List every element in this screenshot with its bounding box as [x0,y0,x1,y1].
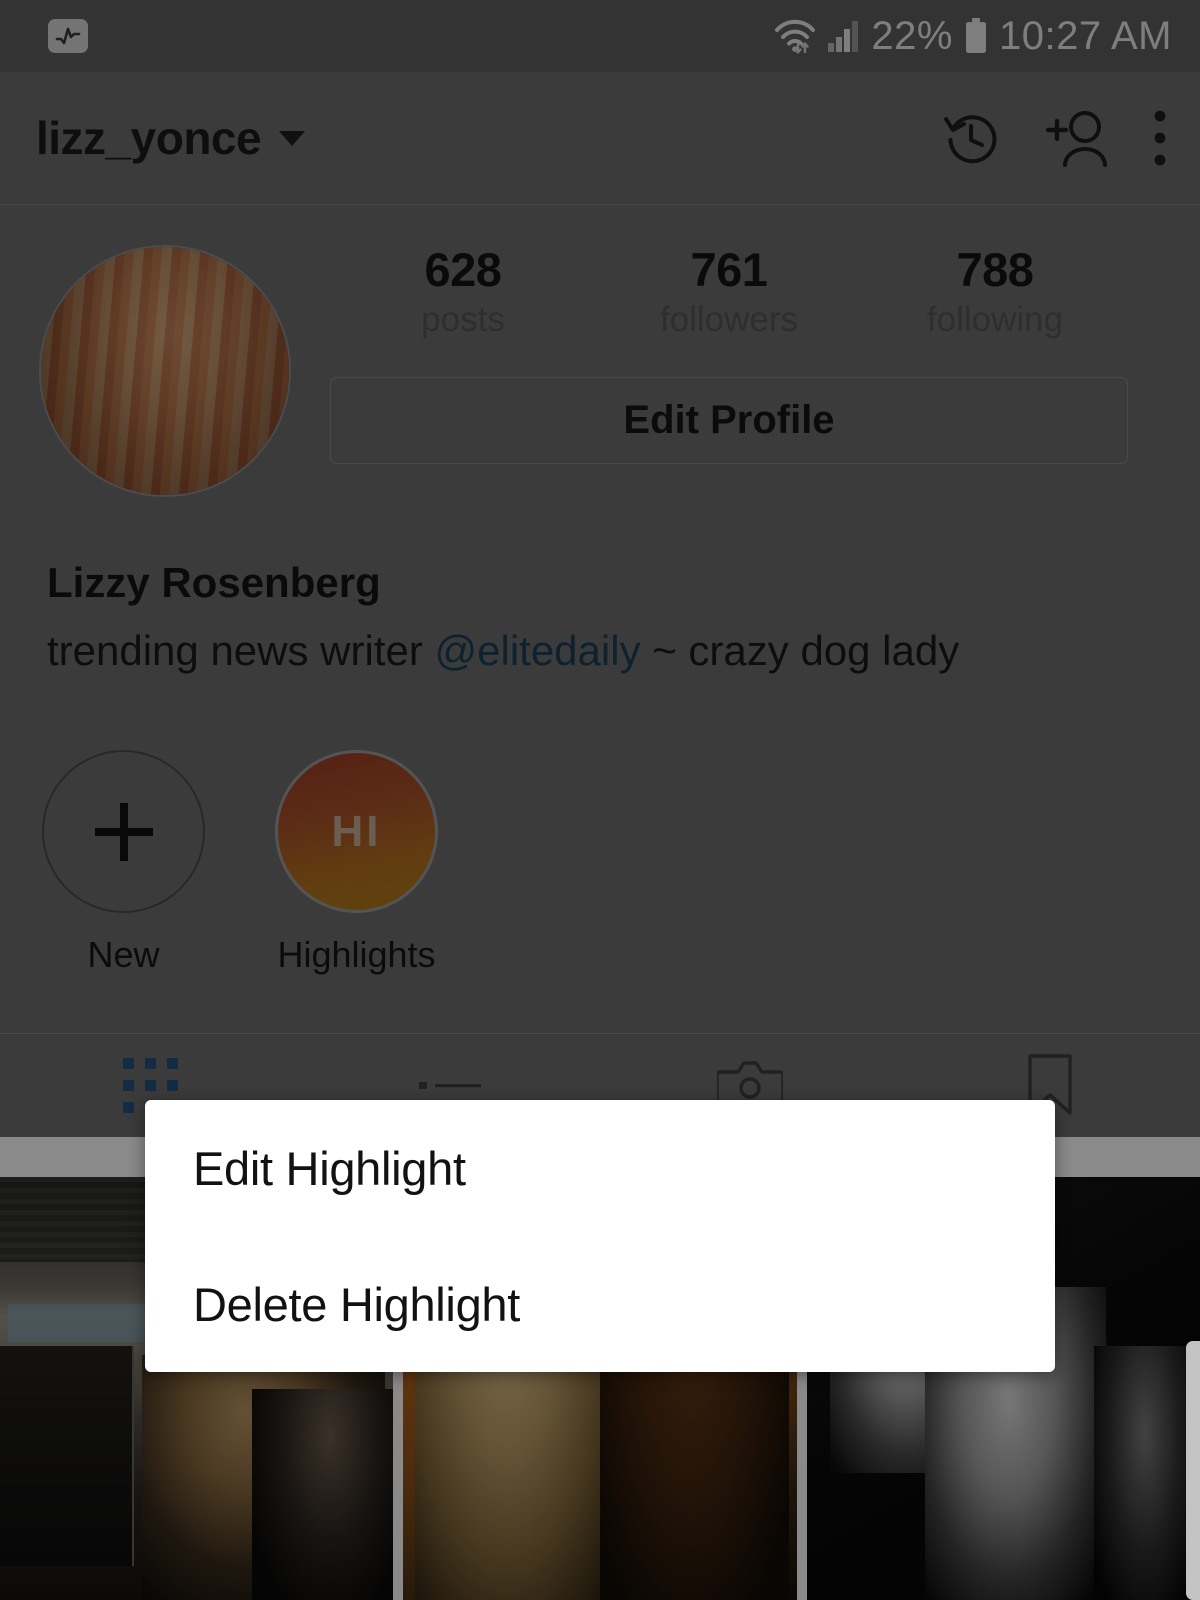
bio-after: ~ crazy dog lady [641,627,960,674]
bio-mention-link[interactable]: @elitedaily [435,627,641,674]
highlight-cover-text: HI [332,807,382,857]
username-label[interactable]: lizz_yonce [36,111,261,165]
edit-profile-button[interactable]: Edit Profile [330,377,1128,464]
avatar[interactable] [39,245,291,497]
highlight-new[interactable]: New [42,750,205,975]
avatar-container [0,245,330,497]
profile-top-row: 628 posts 761 followers 788 following Ed… [0,205,1200,497]
tab-list[interactable] [300,1077,600,1093]
followers-count: 761 [596,245,862,294]
stat-followers[interactable]: 761 followers [596,245,862,340]
vertical-scrollbar[interactable] [1186,1341,1200,1600]
activity-badge-icon [48,19,88,53]
battery-icon [963,17,989,55]
status-bar-left [48,19,88,53]
new-highlight-circle[interactable] [42,750,205,913]
archive-clock-icon[interactable] [942,109,1000,167]
posts-label: posts [330,301,596,340]
display-name: Lizzy Rosenberg [47,557,1200,610]
profile-body: 628 posts 761 followers 788 following Ed… [0,205,1200,1137]
battery-percent-label: 22% [871,16,953,56]
thumb1-person-b [252,1389,394,1600]
following-label: following [862,301,1128,340]
highlight-item[interactable]: HI Highlights [275,750,438,975]
status-bar: 22% 10:27 AM [0,0,1200,72]
highlights-row: New HI Highlights [0,678,1200,975]
thumb3-subject-c [1094,1346,1196,1600]
status-bar-right: 22% 10:27 AM [773,16,1172,56]
header-actions [942,109,1166,167]
stats-row: 628 posts 761 followers 788 following [330,245,1128,340]
stats-column: 628 posts 761 followers 788 following Ed… [330,245,1200,497]
thumb1-sign [8,1304,165,1342]
add-person-icon[interactable] [1044,109,1110,167]
highlight-new-label: New [42,935,205,975]
bio-before: trending news writer [47,627,435,674]
plus-icon [95,803,153,861]
followers-label: followers [596,301,862,340]
chevron-down-icon[interactable] [279,131,305,146]
stat-following[interactable]: 788 following [862,245,1128,340]
delete-highlight-option[interactable]: Delete Highlight [145,1236,1055,1372]
bio-text: trending news writer @elitedaily ~ crazy… [47,624,1200,679]
profile-header: lizz_yonce [0,72,1200,205]
highlight-item-label: Highlights [275,935,438,975]
following-count: 788 [862,245,1128,294]
thumb1-door [0,1346,134,1566]
wifi-icon [773,17,817,55]
instagram-profile-screen: 22% 10:27 AM lizz_yonce [0,0,1200,1600]
highlight-options-dialog: Edit Highlight Delete Highlight [145,1100,1055,1372]
posts-count: 628 [330,245,596,294]
clock-label: 10:27 AM [999,16,1172,56]
avatar-image [41,247,289,495]
cellular-signal-icon [827,20,861,52]
list-icon [419,1077,481,1093]
three-dot-menu-icon[interactable] [1154,110,1166,166]
bio-section: Lizzy Rosenberg trending news writer @el… [0,497,1200,678]
edit-highlight-option[interactable]: Edit Highlight [145,1100,1055,1236]
highlight-cover-circle[interactable]: HI [275,750,438,913]
stat-posts[interactable]: 628 posts [330,245,596,340]
